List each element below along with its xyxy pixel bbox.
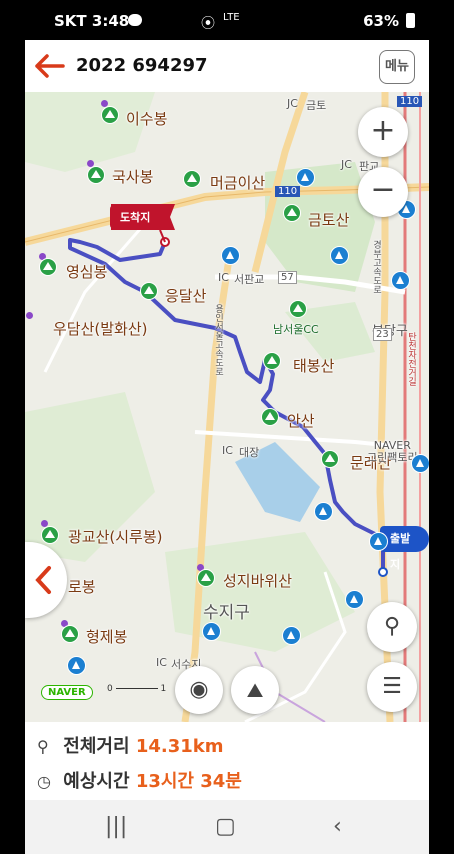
mountain-icon[interactable] xyxy=(140,282,158,300)
mountain-icon[interactable] xyxy=(39,258,57,276)
peak-dot xyxy=(26,312,33,319)
label-seongjibawisan: 성지바위산 xyxy=(223,572,293,590)
mountain-icon[interactable] xyxy=(61,625,79,643)
compass-button[interactable]: ◉ xyxy=(175,666,223,714)
mountain-icon[interactable] xyxy=(101,106,119,124)
distance-value: 14.31km xyxy=(135,736,224,757)
poi-icon[interactable] xyxy=(221,246,240,265)
mountain-icon[interactable] xyxy=(41,526,59,544)
chat-notification-icon xyxy=(128,14,142,26)
poi-icon[interactable] xyxy=(282,626,301,645)
label-geumto: 금토 xyxy=(306,99,327,112)
poi-icon[interactable] xyxy=(330,246,349,265)
label-ic-seopangyo-ic: IC xyxy=(218,271,229,284)
label-geumtosan: 금토산 xyxy=(308,211,350,229)
mountain-icon[interactable] xyxy=(283,204,301,222)
battery-percent: 63% xyxy=(363,12,399,30)
label-yeongsimbong: 영심봉 xyxy=(66,263,108,281)
poi-icon[interactable] xyxy=(345,590,364,609)
mountain-icon[interactable] xyxy=(321,450,339,468)
label-udamsan: 우담산(발화산) xyxy=(53,320,148,338)
map-view[interactable]: 도착지 출발지 이수봉 국사봉 머금이산 금토산 영심봉 응달산 우담산(발화산… xyxy=(25,92,429,722)
label-taebongsan: 태봉산 xyxy=(293,357,335,375)
destination-marker[interactable]: 도착지 xyxy=(110,205,161,229)
phone-screen: SKT 3:48 ⦿ LTE 63% 2022 694297 메뉴 도착지 출발… xyxy=(25,0,429,854)
time-value: 13시간 34분 xyxy=(135,771,242,792)
label-road-57: 57 xyxy=(278,271,297,284)
app-header: 2022 694297 메뉴 xyxy=(25,40,429,93)
mountain-icon[interactable] xyxy=(263,352,281,370)
compass-icon: ◉ xyxy=(189,677,209,702)
mountain-icon[interactable] xyxy=(87,166,105,184)
distance-row: ⚲ 전체거리 14.31km xyxy=(37,732,223,758)
mountain-icon[interactable] xyxy=(197,569,215,587)
label-naver-greenfactory: NAVER 그린팩토리 xyxy=(367,439,418,464)
network-label: LTE xyxy=(223,12,240,23)
terrain-button[interactable]: ⛰ xyxy=(231,666,279,714)
time-row: ◷ 예상시간 13시간 34분 xyxy=(37,767,242,793)
location-pin-icon: ⚲ xyxy=(383,614,401,639)
scale-end: 1 xyxy=(160,684,167,694)
label-road-110-b: 110 xyxy=(275,186,301,197)
label-namseoulcc: 남서울CC xyxy=(273,323,319,336)
label-highway-vertical: 경부고속도로 xyxy=(371,240,381,294)
chevron-left-icon xyxy=(35,566,51,594)
mountain-icon[interactable] xyxy=(261,408,279,426)
label-seopangyo: 서판교 xyxy=(234,273,265,286)
naver-logo: NAVER xyxy=(41,685,93,700)
back-arrow-icon[interactable] xyxy=(34,53,66,79)
distance-icon: ⚲ xyxy=(37,737,49,756)
route-info-panel: ⚲ 전체거리 14.31km ◷ 예상시간 13시간 34분 xyxy=(25,722,429,800)
zoom-in-button[interactable]: + xyxy=(358,107,408,157)
mountain-icon[interactable] xyxy=(183,170,201,188)
scale-start: 0 xyxy=(107,684,113,694)
poi-icon[interactable] xyxy=(67,656,86,675)
label-tancheon: 탄천자전거길 xyxy=(406,332,416,386)
poi-icon[interactable] xyxy=(202,622,221,641)
clock-icon: ◷ xyxy=(37,772,51,791)
poi-icon[interactable] xyxy=(411,454,429,473)
label-jc2: JC xyxy=(341,158,352,171)
layers-icon: ☰ xyxy=(382,674,402,699)
status-bar: SKT 3:48 ⦿ LTE 63% xyxy=(25,0,429,40)
label-robong: 로봉 xyxy=(68,578,96,596)
label-guksabong: 국사봉 xyxy=(112,168,154,186)
my-location-button[interactable]: ⚲ xyxy=(367,602,417,652)
system-nav-bar: ||| ▢ ‹ xyxy=(25,800,429,854)
label-eungdalsan: 응달산 xyxy=(165,287,207,305)
carrier-time: SKT 3:48 xyxy=(54,12,130,30)
poi-icon[interactable] xyxy=(369,532,388,551)
label-road-23: 23 xyxy=(373,328,392,341)
label-hyeongjebong: 형제봉 xyxy=(86,628,128,646)
battery-icon xyxy=(406,13,415,28)
label-suji: 수지구 xyxy=(203,603,250,623)
label-ansan: 안산 xyxy=(287,412,315,430)
label-ic-seosuji-ic: IC xyxy=(156,656,167,669)
label-jc1: JC xyxy=(287,97,298,110)
map-scale: 0 1 xyxy=(107,684,166,694)
poi-icon[interactable] xyxy=(391,271,410,290)
back-button[interactable]: ‹ xyxy=(333,814,342,839)
terrain-icon: ⛰ xyxy=(246,678,264,702)
label-isubong: 이수봉 xyxy=(126,110,168,128)
label-road-110-a: 110 xyxy=(397,96,423,107)
page-title: 2022 694297 xyxy=(76,55,208,76)
mountain-icon[interactable] xyxy=(289,300,307,318)
label-highway-yongin: 용인서울고속도로 xyxy=(213,304,223,376)
menu-button[interactable]: 메뉴 xyxy=(379,50,415,84)
location-icon: ⦿ xyxy=(201,16,215,32)
layers-button[interactable]: ☰ xyxy=(367,662,417,712)
label-gwanggyosan: 광교산(시루봉) xyxy=(68,528,163,546)
time-label: 예상시간 xyxy=(63,771,130,792)
poi-icon[interactable] xyxy=(314,502,333,521)
label-daejang: 대장 xyxy=(239,446,260,459)
label-meogeumisan: 머금이산 xyxy=(210,174,266,192)
zoom-out-button[interactable]: − xyxy=(358,167,408,217)
distance-label: 전체거리 xyxy=(63,736,130,757)
recent-apps-button[interactable]: ||| xyxy=(105,814,127,839)
poi-icon[interactable] xyxy=(296,168,315,187)
home-button[interactable]: ▢ xyxy=(215,814,236,839)
label-ic-daejang-ic: IC xyxy=(222,444,233,457)
